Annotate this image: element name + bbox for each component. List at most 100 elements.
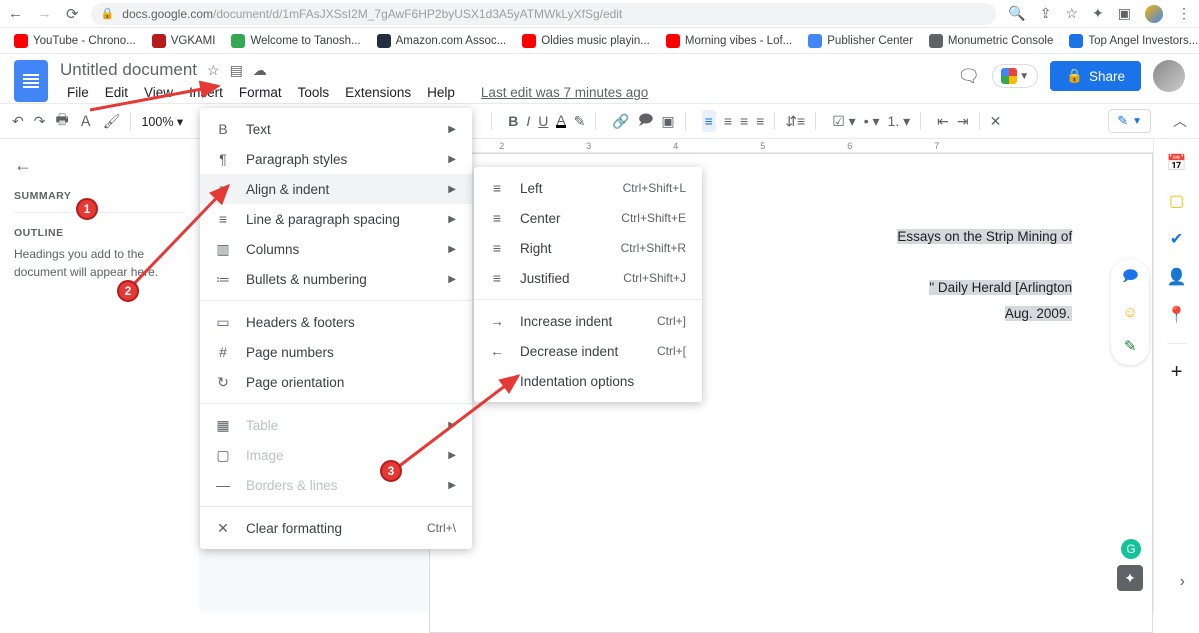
align-item-justified[interactable]: ≡JustifiedCtrl+Shift+J	[474, 263, 702, 293]
redo-icon[interactable]: ↷	[34, 113, 46, 130]
format-item-page-orientation[interactable]: ↻Page orientation	[200, 367, 472, 397]
line-spacing-icon[interactable]: ⇵≡	[785, 113, 805, 130]
browser-toolbar: ← → ⟳ 🔒 docs.google.com/document/d/1mFAs…	[0, 0, 1199, 28]
comment-icon[interactable]: 🗩	[638, 109, 654, 133]
comment-history-icon[interactable]: 🗨	[957, 66, 980, 87]
align-item-center[interactable]: ≡CenterCtrl+Shift+E	[474, 203, 702, 233]
print-icon[interactable]: 🖶	[55, 109, 68, 133]
extensions-icon[interactable]: ✦	[1092, 5, 1104, 22]
decrease-indent-icon[interactable]: ⇤	[937, 113, 949, 130]
reload-icon[interactable]: ⟳	[66, 5, 79, 23]
link-icon[interactable]: 🔗	[612, 113, 629, 130]
profile-icon[interactable]	[1145, 5, 1163, 23]
numbered-list-icon[interactable]: 1. ▾	[888, 113, 911, 130]
bookmark-item[interactable]: Top Angel Investors...	[1069, 34, 1198, 48]
bookmark-item[interactable]: Amazon.com Assoc...	[377, 34, 507, 48]
align-justify-icon[interactable]: ≡	[756, 113, 764, 129]
editing-mode-button[interactable]: ✎ ▼	[1108, 109, 1151, 133]
menu-edit[interactable]: Edit	[98, 82, 135, 103]
menu-help[interactable]: Help	[420, 82, 462, 103]
align-left-icon[interactable]: ≡	[702, 110, 716, 132]
bookmark-item[interactable]: Publisher Center	[808, 34, 913, 48]
star-doc-icon[interactable]: ☆	[207, 62, 220, 79]
keep-icon[interactable]: ▢	[1167, 191, 1187, 211]
align-item-right[interactable]: ≡RightCtrl+Shift+R	[474, 233, 702, 263]
zoom-search-icon[interactable]: 🔍	[1008, 5, 1025, 22]
format-item-clear-formatting[interactable]: ✕Clear formattingCtrl+\	[200, 513, 472, 543]
meet-button[interactable]: ▼	[992, 64, 1038, 88]
format-item-columns[interactable]: ▥Columns▶	[200, 234, 472, 264]
align-item-left[interactable]: ≡LeftCtrl+Shift+L	[474, 173, 702, 203]
checklist-icon[interactable]: ☑ ▾	[832, 113, 855, 130]
text-color-icon[interactable]: A	[556, 115, 565, 128]
clear-format-icon[interactable]: ✕	[990, 113, 1002, 130]
bookmark-item[interactable]: YouTube - Chrono...	[14, 34, 136, 48]
menu-view[interactable]: View	[137, 82, 180, 103]
align-item-indentation-options[interactable]: Indentation options	[474, 366, 702, 396]
lock-icon: 🔒	[101, 7, 115, 20]
format-item-text[interactable]: BText▶	[200, 114, 472, 144]
menu-format[interactable]: Format	[232, 82, 289, 103]
underline-icon[interactable]: U	[538, 113, 548, 129]
docs-logo-icon[interactable]	[14, 60, 48, 102]
italic-icon[interactable]: I	[526, 113, 530, 129]
panel-icon[interactable]: ▣	[1118, 5, 1131, 22]
account-avatar[interactable]	[1153, 60, 1185, 92]
align-item-increase-indent[interactable]: →Increase indentCtrl+]	[474, 306, 702, 336]
bookmark-item[interactable]: Monumetric Console	[929, 34, 1053, 48]
bookmark-item[interactable]: Welcome to Tanosh...	[231, 34, 360, 48]
add-addon-icon[interactable]: +	[1167, 362, 1187, 382]
tasks-icon[interactable]: ✔	[1167, 229, 1187, 249]
share-button[interactable]: 🔒Share	[1050, 61, 1141, 91]
back-icon[interactable]: ←	[8, 5, 23, 22]
address-bar[interactable]: 🔒 docs.google.com/document/d/1mFAsJXSsI2…	[91, 3, 997, 25]
explore-button[interactable]: ✦	[1117, 565, 1143, 591]
bookmark-item[interactable]: Morning vibes - Lof...	[666, 34, 792, 48]
grammarly-icon[interactable]: G	[1121, 539, 1141, 559]
side-panel-collapse-icon[interactable]: ›	[1180, 573, 1185, 591]
align-item-decrease-indent[interactable]: ←Decrease indentCtrl+[	[474, 336, 702, 366]
bold-icon[interactable]: B	[508, 113, 518, 129]
move-doc-icon[interactable]: ▤	[230, 62, 243, 79]
format-item-line-paragraph-spacing[interactable]: ≡Line & paragraph spacing▶	[200, 204, 472, 234]
menu-insert[interactable]: Insert	[182, 82, 230, 103]
align-center-icon[interactable]: ≡	[724, 113, 732, 129]
format-item-table: ▦Table▶	[200, 410, 472, 440]
spellcheck-icon[interactable]: Ａ	[79, 111, 93, 131]
highlight-icon[interactable]: ✎	[574, 113, 586, 130]
kebab-icon[interactable]: ⋮	[1177, 5, 1191, 22]
increase-indent-icon[interactable]: ⇥	[957, 113, 969, 130]
last-edit-link[interactable]: Last edit was 7 minutes ago	[474, 82, 655, 103]
bookmark-item[interactable]: VGKAMI	[152, 34, 216, 48]
bulleted-list-icon[interactable]: • ▾	[864, 113, 880, 130]
share-icon[interactable]: ⇪	[1040, 5, 1052, 22]
emoji-reaction-icon[interactable]: ☺	[1117, 299, 1143, 325]
maps-icon[interactable]: 📍	[1167, 305, 1187, 325]
document-title[interactable]: Untitled document	[60, 60, 197, 80]
menu-tools[interactable]: Tools	[291, 82, 337, 103]
format-item-align-indent[interactable]: ≡Align & indent▶	[200, 174, 472, 204]
zoom-select[interactable]: 100% ▾	[141, 114, 183, 129]
format-item-paragraph-styles[interactable]: ¶Paragraph styles▶	[200, 144, 472, 174]
undo-icon[interactable]: ↶	[12, 113, 24, 130]
add-comment-icon[interactable]: 🗩	[1117, 265, 1143, 291]
annotation-badge-2: 2	[117, 280, 139, 302]
collapse-toolbar-icon[interactable]: ︿	[1173, 111, 1187, 131]
paint-format-icon[interactable]: 🖌	[103, 113, 121, 130]
forward-icon[interactable]: →	[37, 5, 52, 22]
star-icon[interactable]: ☆	[1065, 5, 1078, 22]
menu-extensions[interactable]: Extensions	[338, 82, 418, 103]
format-item-page-numbers[interactable]: #Page numbers	[200, 337, 472, 367]
menu-file[interactable]: File	[60, 82, 96, 103]
contacts-icon[interactable]: 👤	[1167, 267, 1187, 287]
toolbar: ↶ ↷ 🖶 Ａ 🖌 100% ▾ B I U A ✎ 🔗 🗩 ▣ ≡ ≡ ≡ ≡…	[0, 103, 1199, 139]
outline-back-icon[interactable]: ←	[14, 155, 185, 176]
align-right-icon[interactable]: ≡	[740, 113, 748, 129]
bookmark-item[interactable]: Oldies music playin...	[522, 34, 650, 48]
suggest-edit-icon[interactable]: ✎	[1117, 333, 1143, 359]
calendar-icon[interactable]: 📅	[1167, 153, 1187, 173]
format-item-bullets-numbering[interactable]: ≔Bullets & numbering▶	[200, 264, 472, 294]
cloud-status-icon[interactable]: ☁	[253, 62, 267, 79]
image-insert-icon[interactable]: ▣	[661, 113, 674, 130]
format-item-headers-footers[interactable]: ▭Headers & footers	[200, 307, 472, 337]
